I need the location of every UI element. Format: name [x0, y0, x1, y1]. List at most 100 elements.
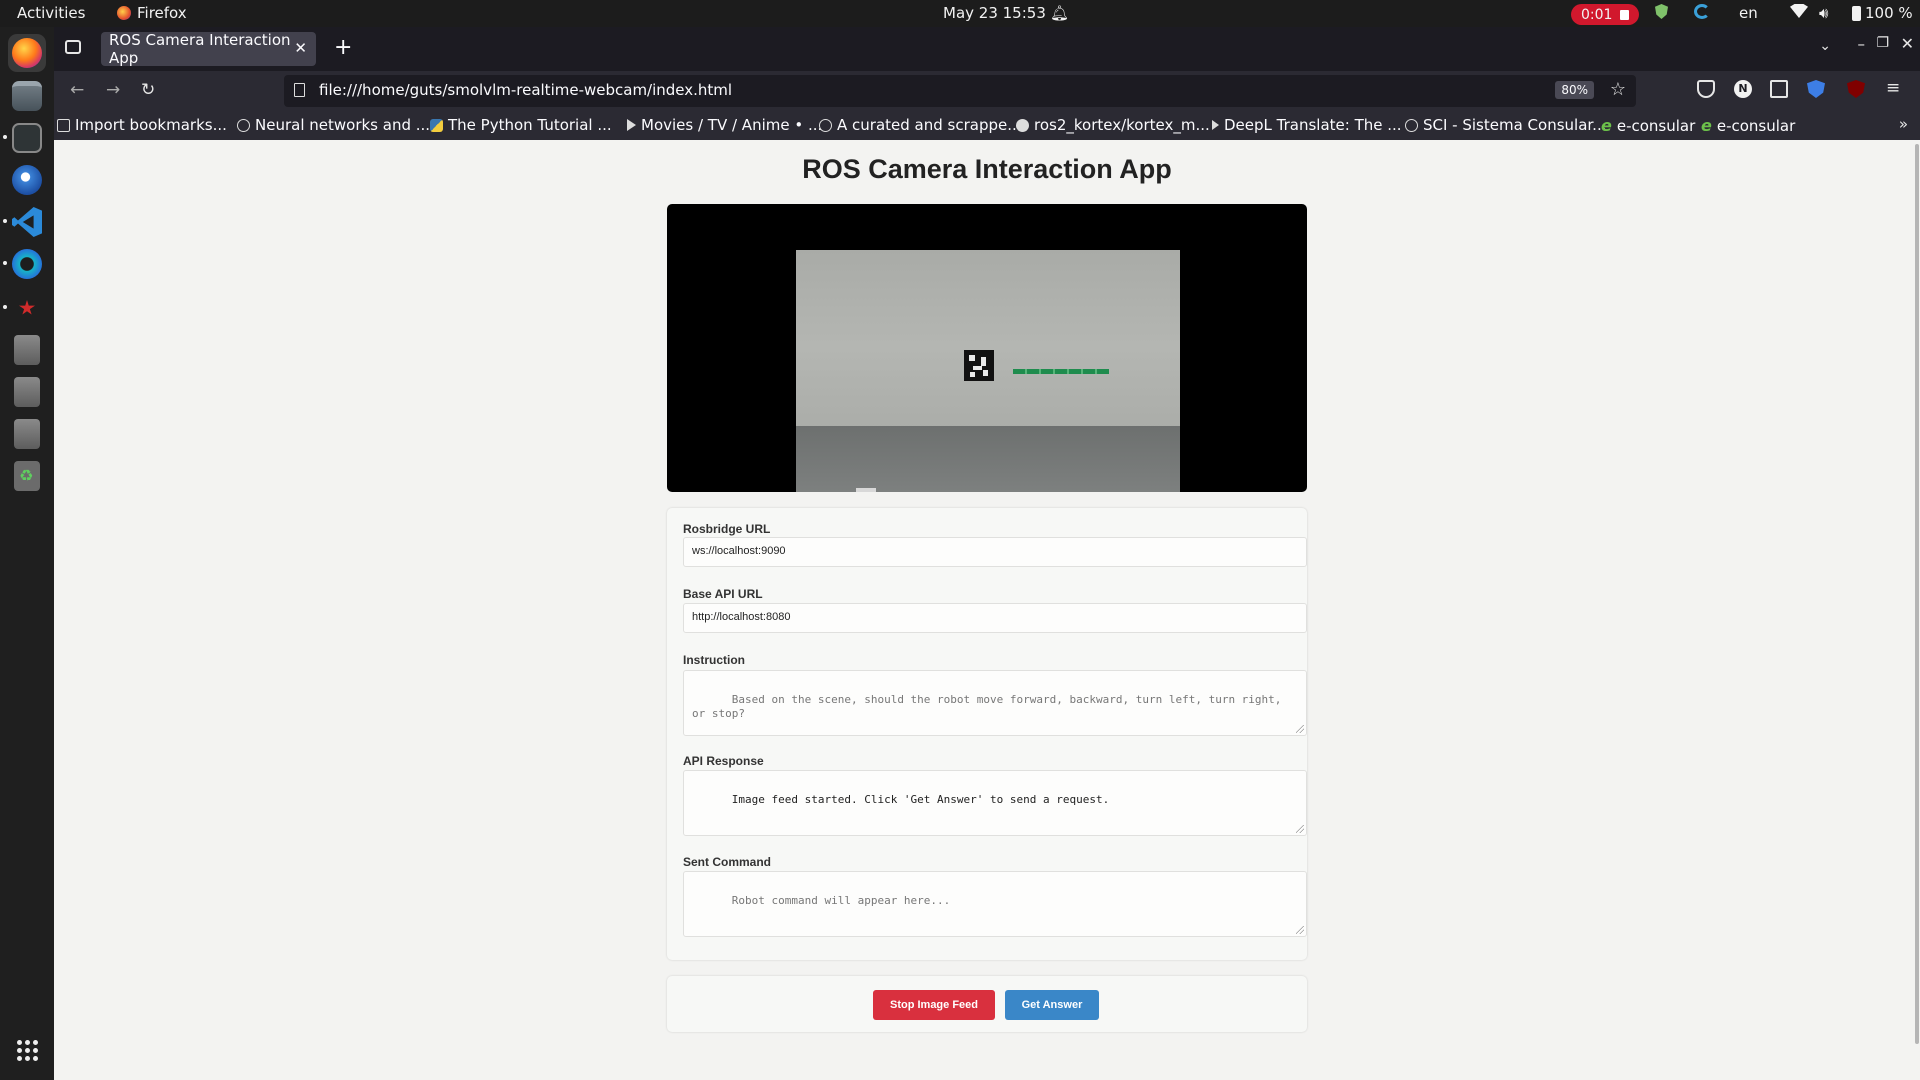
forward-icon[interactable]: → [106, 80, 120, 100]
sent-command-label: Sent Command [683, 855, 772, 869]
dock-trash[interactable] [8, 457, 46, 495]
privacy-shield-icon[interactable] [1807, 80, 1825, 98]
bookmark-sci[interactable]: SCI - Sistema Consular... [1405, 116, 1607, 134]
resize-grip-icon[interactable] [1296, 725, 1304, 733]
page-title: ROS Camera Interaction App [802, 154, 1172, 184]
dock-webstorm[interactable] [3, 245, 46, 283]
pocket-icon[interactable] [1697, 80, 1715, 98]
keyboard-language[interactable]: en [1739, 4, 1758, 22]
bookmark-label: SCI - Sistema Consular... [1423, 116, 1607, 134]
base-api-url-label: Base API URL [683, 587, 763, 601]
camera-floor [796, 426, 1180, 492]
bookmark-e-consular-2[interactable]: e e-consular [1701, 116, 1795, 135]
settings-card: Rosbridge URL ws://localhost:9090 Base A… [667, 508, 1307, 960]
api-response-textarea[interactable]: Image feed started. Click 'Get Answer' t… [683, 770, 1307, 836]
bookmark-label: A curated and scrappe... [837, 116, 1022, 134]
clock[interactable]: May 23 15:53 [943, 4, 1046, 22]
red-star-icon [12, 293, 42, 323]
resize-grip-icon[interactable] [1296, 825, 1304, 833]
dock-terminal[interactable] [3, 119, 46, 157]
close-window-icon[interactable]: ✕ [1901, 34, 1914, 53]
bookmark-star-icon[interactable]: ☆ [1610, 79, 1626, 100]
list-all-tabs-icon[interactable]: ⌄ [1819, 38, 1831, 54]
wifi-icon[interactable] [1790, 4, 1808, 18]
volume-icon[interactable]: 🔊︎ [1819, 4, 1828, 22]
api-response-label: API Response [683, 754, 764, 768]
dock-drive-3[interactable] [8, 415, 46, 453]
bookmark-deepl[interactable]: DeepL Translate: The ... [1212, 116, 1402, 134]
bookmark-python-tutorial[interactable]: The Python Tutorial ... [430, 116, 612, 134]
bookmark-label: Movies / TV / Anime • ... [641, 116, 823, 134]
minimize-icon[interactable]: – [1858, 35, 1866, 53]
battery-indicator[interactable]: 100 % [1852, 4, 1913, 22]
rosbridge-url-input[interactable]: ws://localhost:9090 [683, 537, 1307, 567]
resize-grip-icon[interactable] [1296, 926, 1304, 934]
api-response-text: Image feed started. Click 'Get Answer' t… [731, 793, 1110, 806]
notification-bell-icon[interactable]: 🔔︎ [1050, 4, 1069, 22]
zoom-level[interactable]: 80% [1555, 81, 1594, 99]
sent-command-textarea[interactable]: Robot command will appear here... [683, 871, 1307, 937]
deepl-icon [1212, 120, 1219, 130]
instruction-textarea[interactable]: Based on the scene, should the robot mov… [683, 670, 1307, 736]
screen-recording-indicator[interactable]: 0:01 [1571, 4, 1639, 25]
new-tab-button[interactable]: + [334, 35, 352, 60]
base-api-url-input[interactable]: http://localhost:8080 [683, 603, 1307, 633]
reload-icon[interactable]: ↻ [141, 80, 155, 100]
tab-strip: ROS Camera Interaction App ✕ + ⌄ – ❐ ✕ [54, 27, 1920, 71]
tab-active[interactable]: ROS Camera Interaction App ✕ [101, 31, 316, 67]
more-bookmarks-icon[interactable]: » [1899, 115, 1908, 133]
tray-sync-icon[interactable] [1694, 4, 1710, 19]
url-bar[interactable]: file:///home/guts/smolvlm-realtime-webca… [284, 75, 1636, 107]
bookmark-ros2-kortex[interactable]: ros2_kortex/kortex_m... [1016, 116, 1210, 134]
page-scrollbar[interactable] [1912, 140, 1920, 1080]
back-icon[interactable]: ← [70, 80, 84, 100]
stop-image-feed-button[interactable]: Stop Image Feed [873, 990, 995, 1020]
dock-red-app[interactable] [3, 289, 46, 327]
restore-icon[interactable]: ❐ [1876, 35, 1889, 51]
globe-icon [819, 118, 832, 132]
github-icon [1016, 118, 1029, 132]
tray-shield-icon[interactable] [1655, 4, 1668, 19]
firefox-view-icon[interactable] [65, 40, 81, 54]
get-answer-button[interactable]: Get Answer [1005, 990, 1099, 1020]
instruction-placeholder: Based on the scene, should the robot mov… [692, 693, 1289, 720]
drive-icon [14, 335, 40, 365]
bookmark-neural-networks[interactable]: Neural networks and ... [237, 116, 430, 134]
url-text[interactable]: file:///home/guts/smolvlm-realtime-webca… [319, 81, 732, 99]
activities-button[interactable]: Activities [17, 4, 85, 22]
dock-drive-2[interactable] [8, 373, 46, 411]
files-icon [12, 81, 42, 111]
scrollbar-thumb[interactable] [1915, 144, 1919, 1044]
running-dot [3, 261, 7, 265]
extensions-icon[interactable] [1770, 80, 1788, 98]
page-icon [294, 83, 305, 97]
bookmark-label: Neural networks and ... [255, 116, 431, 134]
dock-firefox[interactable] [8, 34, 46, 72]
n-extension-icon[interactable]: N [1734, 80, 1752, 98]
bookmark-label: Import bookmarks... [75, 116, 227, 134]
stop-recording-icon [1620, 9, 1629, 20]
dock-thunderbird[interactable] [8, 161, 46, 199]
show-applications-button[interactable] [8, 1031, 46, 1069]
dock-files[interactable] [8, 77, 46, 115]
bookmark-import[interactable]: Import bookmarks... [57, 116, 227, 134]
ublock-icon[interactable] [1847, 80, 1865, 98]
firefox-icon [117, 6, 131, 20]
navigation-toolbar: ← → ↻ file:///home/guts/smolvlm-realtime… [54, 71, 1920, 111]
green-object [1013, 369, 1109, 374]
bookmark-curated[interactable]: A curated and scrappe... [819, 116, 1022, 134]
dock-drive-1[interactable] [8, 331, 46, 369]
dock-vscode[interactable] [3, 203, 46, 241]
bookmark-label: e-consular [1616, 116, 1696, 135]
bookmark-e-consular-1[interactable]: e e-consular [1601, 116, 1695, 135]
webstorm-icon [12, 249, 42, 279]
e-consular-icon: e [1701, 116, 1712, 135]
tab-close-icon[interactable]: ✕ [294, 39, 307, 57]
bookmark-movies[interactable]: Movies / TV / Anime • ... [627, 116, 822, 134]
firefox-icon [12, 38, 42, 68]
camera-feed [667, 204, 1307, 492]
camera-image [796, 250, 1180, 492]
hamburger-menu-icon[interactable]: ≡ [1886, 78, 1900, 98]
floor-reflection [856, 488, 876, 492]
app-menu-firefox[interactable]: Firefox [117, 4, 187, 22]
